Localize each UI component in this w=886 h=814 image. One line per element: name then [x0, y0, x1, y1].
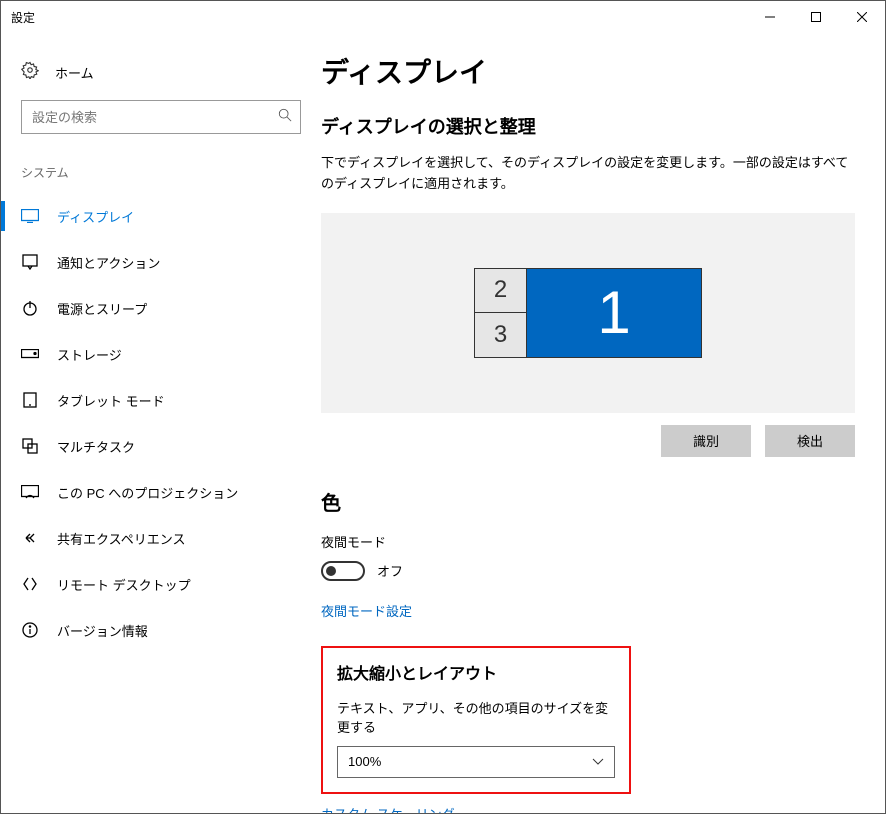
close-button[interactable]: [839, 1, 885, 33]
select-arrange-description: 下でディスプレイを選択して、そのディスプレイの設定を変更します。一部の設定はすべ…: [321, 153, 855, 195]
page-title: ディスプレイ: [321, 51, 855, 91]
monitor-3[interactable]: 3: [474, 313, 527, 358]
window-titlebar: 設定: [1, 1, 885, 33]
scale-value: 100%: [348, 754, 381, 769]
power-icon: [21, 300, 39, 316]
search-icon: [278, 108, 292, 127]
sidebar-item-label: 電源とスリープ: [57, 299, 147, 318]
info-icon: [21, 622, 39, 638]
minimize-button[interactable]: [747, 1, 793, 33]
custom-scaling-link[interactable]: カスタム スケーリング: [321, 804, 855, 813]
monitor-1[interactable]: 1: [527, 268, 702, 358]
sidebar-item-notifications[interactable]: 通知とアクション: [1, 239, 321, 285]
sidebar-item-about[interactable]: バージョン情報: [1, 607, 321, 653]
multitask-icon: [21, 438, 39, 454]
sidebar-item-tablet[interactable]: タブレット モード: [1, 377, 321, 423]
identify-button[interactable]: 識別: [661, 425, 751, 457]
sidebar-item-label: タブレット モード: [57, 391, 165, 410]
window-title: 設定: [11, 9, 35, 26]
home-link[interactable]: ホーム: [1, 53, 321, 100]
sidebar-item-label: 通知とアクション: [57, 253, 160, 272]
projection-icon: [21, 485, 39, 499]
monitor-icon: [21, 209, 39, 223]
sidebar-item-label: リモート デスクトップ: [57, 575, 191, 594]
detect-button[interactable]: 検出: [765, 425, 855, 457]
night-mode-settings-link[interactable]: 夜間モード設定: [321, 601, 855, 620]
monitor-arrangement-area[interactable]: 2 3 1: [321, 213, 855, 413]
scale-layout-section: 拡大縮小とレイアウト テキスト、アプリ、その他の項目のサイズを変更する 100%: [321, 646, 631, 794]
select-arrange-heading: ディスプレイの選択と整理: [321, 113, 855, 139]
share-icon: [21, 530, 39, 546]
sidebar-item-label: ストレージ: [57, 345, 122, 364]
remote-icon: [21, 576, 39, 592]
sidebar-item-label: この PC へのプロジェクション: [57, 483, 238, 502]
sidebar-item-label: 共有エクスペリエンス: [57, 529, 185, 548]
monitor-2[interactable]: 2: [474, 268, 527, 313]
home-label: ホーム: [55, 63, 94, 82]
sidebar-item-label: バージョン情報: [57, 621, 148, 640]
sidebar-item-storage[interactable]: ストレージ: [1, 331, 321, 377]
maximize-button[interactable]: [793, 1, 839, 33]
sidebar-section-label: システム: [1, 154, 321, 193]
sidebar-item-shared[interactable]: 共有エクスペリエンス: [1, 515, 321, 561]
sidebar-item-multitask[interactable]: マルチタスク: [1, 423, 321, 469]
main-content: ディスプレイ ディスプレイの選択と整理 下でディスプレイを選択して、そのディスプ…: [321, 33, 885, 813]
sidebar-item-power[interactable]: 電源とスリープ: [1, 285, 321, 331]
color-heading: 色: [321, 487, 855, 516]
sidebar-item-projection[interactable]: この PC へのプロジェクション: [1, 469, 321, 515]
sidebar-item-label: マルチタスク: [57, 437, 135, 456]
storage-icon: [21, 349, 39, 359]
chevron-down-icon: [592, 754, 604, 769]
sidebar: ホーム システム ディスプレイ 通知とアクション 電源とスリープ ストレージ: [1, 33, 321, 813]
search-box[interactable]: [21, 100, 301, 134]
sidebar-item-label: ディスプレイ: [57, 207, 134, 226]
sidebar-item-display[interactable]: ディスプレイ: [1, 193, 321, 239]
notification-icon: [21, 254, 39, 270]
sidebar-item-remote[interactable]: リモート デスクトップ: [1, 561, 321, 607]
scale-combobox[interactable]: 100%: [337, 746, 615, 778]
night-mode-label: 夜間モード: [321, 532, 855, 551]
scale-label: テキスト、アプリ、その他の項目のサイズを変更する: [337, 698, 615, 736]
scale-heading: 拡大縮小とレイアウト: [337, 660, 615, 684]
gear-icon: [21, 61, 39, 84]
tablet-icon: [21, 392, 39, 408]
night-mode-state: オフ: [377, 561, 403, 580]
search-input[interactable]: [32, 110, 278, 125]
night-mode-toggle[interactable]: [321, 561, 365, 581]
